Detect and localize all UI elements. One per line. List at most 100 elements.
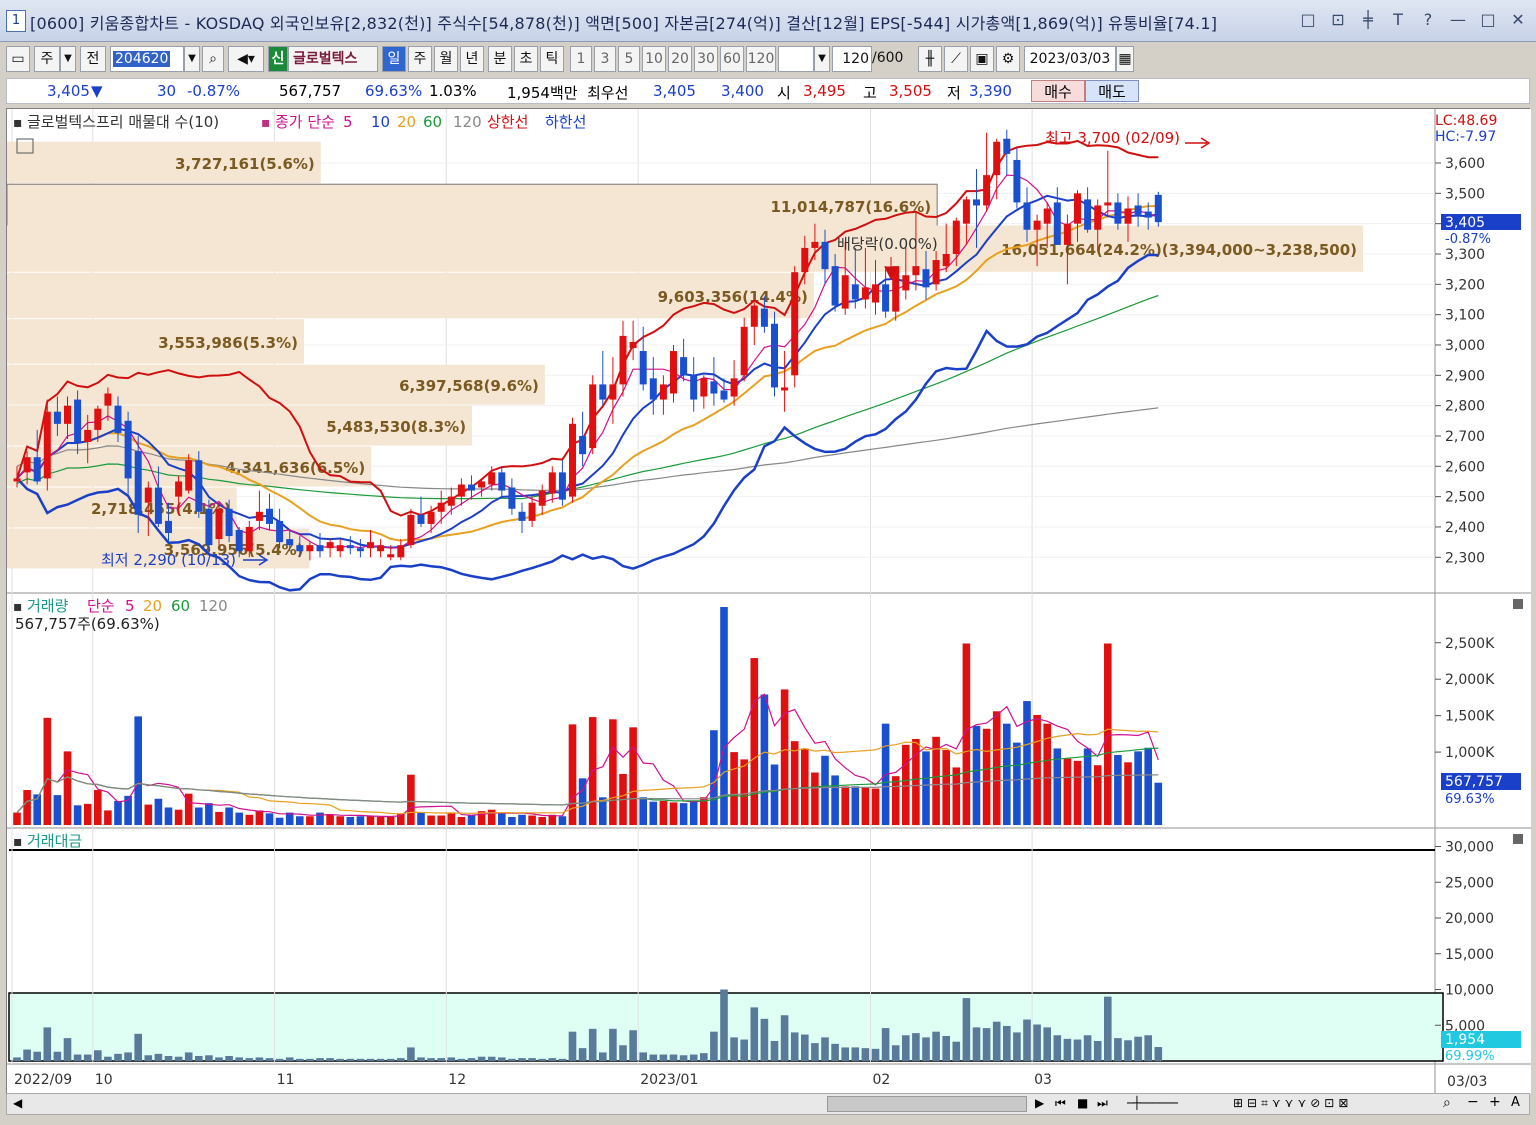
candle-body [1033, 220, 1041, 230]
candle-body [144, 487, 152, 503]
minus-icon[interactable]: − [1467, 1094, 1479, 1110]
amount-bar [1083, 1035, 1092, 1061]
candle-body [336, 545, 344, 552]
link-icon[interactable]: ⊡ [1328, 10, 1348, 29]
interval-3[interactable]: 3 [594, 46, 616, 72]
play-icon[interactable]: ▶ [1035, 1096, 1044, 1110]
volume-bar [366, 815, 375, 825]
chart-canvas[interactable]: 3,727,161(5.6%)11,014,787(16.6%)16,051,6… [7, 109, 1531, 1094]
custom-interval-input[interactable] [778, 46, 814, 72]
chevron-down-icon[interactable]: ▼ [60, 46, 76, 72]
x-axis-right-label: 03/03 [1447, 1074, 1487, 1090]
interval-10[interactable]: 10 [642, 46, 666, 72]
vol-value-label: 567,757주(69.63%) [15, 615, 160, 633]
stock-code-input[interactable]: 204620 [110, 46, 184, 72]
stop-icon[interactable]: ■ [1077, 1096, 1088, 1110]
gear-icon[interactable]: ⚙ [996, 46, 1020, 72]
draw-icon[interactable]: ⟋ [944, 46, 968, 72]
amount-bar [871, 1048, 880, 1061]
count-input[interactable]: 120 [832, 46, 872, 72]
zoom-icon[interactable]: ⌕ [1443, 1095, 1451, 1111]
close-icon[interactable]: ✕ [1508, 10, 1528, 29]
interval-5[interactable]: 5 [618, 46, 640, 72]
amount-bar [1144, 1035, 1152, 1061]
scroll-left-icon[interactable]: ◀ [13, 1096, 22, 1110]
period-year[interactable]: 년 [460, 46, 484, 72]
code-dropdown-icon[interactable]: ▼ [184, 46, 200, 72]
candle-body [23, 457, 31, 473]
minimize-icon[interactable]: — [1448, 10, 1468, 29]
candle-body [831, 266, 839, 306]
speaker-icon[interactable]: ◀▾ [228, 46, 264, 72]
volume-bar [275, 817, 284, 825]
chart-area[interactable]: 3,727,161(5.6%) 11,014,787(16.6%) 16,051,6… [6, 108, 1531, 1094]
sell-button[interactable]: 매도 [1085, 80, 1139, 102]
chart-type-select[interactable]: 주 [34, 46, 60, 72]
period-month[interactable]: 월 [434, 46, 458, 72]
interval-1[interactable]: 1 [570, 46, 592, 72]
candle-body [175, 481, 183, 497]
buy-button[interactable]: 매수 [1031, 80, 1085, 102]
period-minute[interactable]: 분 [488, 46, 512, 72]
candle-body [498, 472, 506, 491]
window-number[interactable]: 1 [6, 10, 26, 32]
amount-bar [538, 1058, 546, 1061]
candle-icon[interactable]: ╫ [918, 46, 942, 72]
amt-panel-close-icon[interactable] [1513, 834, 1523, 844]
scroll-thumb[interactable] [827, 1096, 1027, 1112]
candle-body [296, 545, 304, 552]
font-icon[interactable]: A [1511, 1095, 1520, 1110]
amt-legend-label[interactable]: 거래대금 [27, 832, 82, 850]
pin-icon[interactable]: ╪ [1358, 10, 1378, 29]
amount-bar [730, 1037, 738, 1061]
layout-icon[interactable]: □ [1298, 10, 1318, 29]
menu-icon[interactable]: ▭ [6, 46, 30, 72]
volume-bar [831, 775, 839, 825]
current-price-label: 3,405 [1445, 215, 1485, 231]
date-input[interactable]: 2023/03/03 [1024, 46, 1116, 72]
interval-120[interactable]: 120 [746, 46, 776, 72]
ma-legend-label[interactable]: 종가 단순 [275, 113, 335, 131]
search-icon[interactable]: ⌕ [202, 46, 224, 72]
plus-icon[interactable]: + [1489, 1094, 1501, 1110]
candle-body [124, 420, 132, 479]
volume-bar [841, 786, 849, 825]
period-second[interactable]: 초 [514, 46, 538, 72]
vol-panel-close-icon[interactable] [1513, 599, 1523, 609]
period-tick[interactable]: 틱 [540, 46, 564, 72]
candle-body [1134, 205, 1142, 215]
period-week[interactable]: 주 [408, 46, 432, 72]
text-icon[interactable]: T [1388, 10, 1408, 29]
maximize-icon[interactable]: □ [1478, 10, 1498, 29]
tool-icons[interactable]: ⊞⊟⌗⋎⋎⋎⊘⊡⊠ [1233, 1096, 1352, 1111]
amount-bar [679, 1055, 688, 1061]
rewind-icon[interactable]: ⏮ [1055, 1096, 1066, 1111]
amount-bar [710, 1031, 718, 1061]
volume-bar [609, 719, 617, 825]
vp-legend-label[interactable]: 글로벌텍스프리 매물대 수(10) [27, 113, 219, 131]
interval-30[interactable]: 30 [694, 46, 718, 72]
period-day[interactable]: 일 [382, 46, 406, 72]
amount-bar [356, 1058, 365, 1061]
save-icon[interactable]: ▣ [970, 46, 994, 72]
interval-20[interactable]: 20 [668, 46, 692, 72]
upper-band-legend: 상한선 [487, 113, 528, 131]
candle-body [811, 241, 819, 248]
interval-dropdown-icon[interactable]: ▼ [814, 46, 830, 72]
volume-bar [1134, 751, 1142, 825]
calendar-icon[interactable]: ▦ [1116, 46, 1134, 72]
zoom-slider-icon[interactable]: ─┼────── [1127, 1096, 1178, 1110]
forward-icon[interactable]: ⏭ [1097, 1096, 1108, 1111]
amount-bar [689, 1054, 698, 1061]
interval-60[interactable]: 60 [720, 46, 744, 72]
candle-body [639, 351, 647, 385]
candle-body [225, 508, 233, 537]
amount-bar [659, 1054, 668, 1061]
ma120-legend: 120 [453, 113, 482, 131]
amount-bar [174, 1056, 183, 1061]
vol-legend-label[interactable]: 거래량 [27, 597, 69, 615]
help-icon[interactable]: ? [1418, 10, 1438, 29]
prev-button[interactable]: 전 [80, 46, 106, 72]
candle-body [861, 287, 869, 300]
candle-body [437, 502, 445, 512]
